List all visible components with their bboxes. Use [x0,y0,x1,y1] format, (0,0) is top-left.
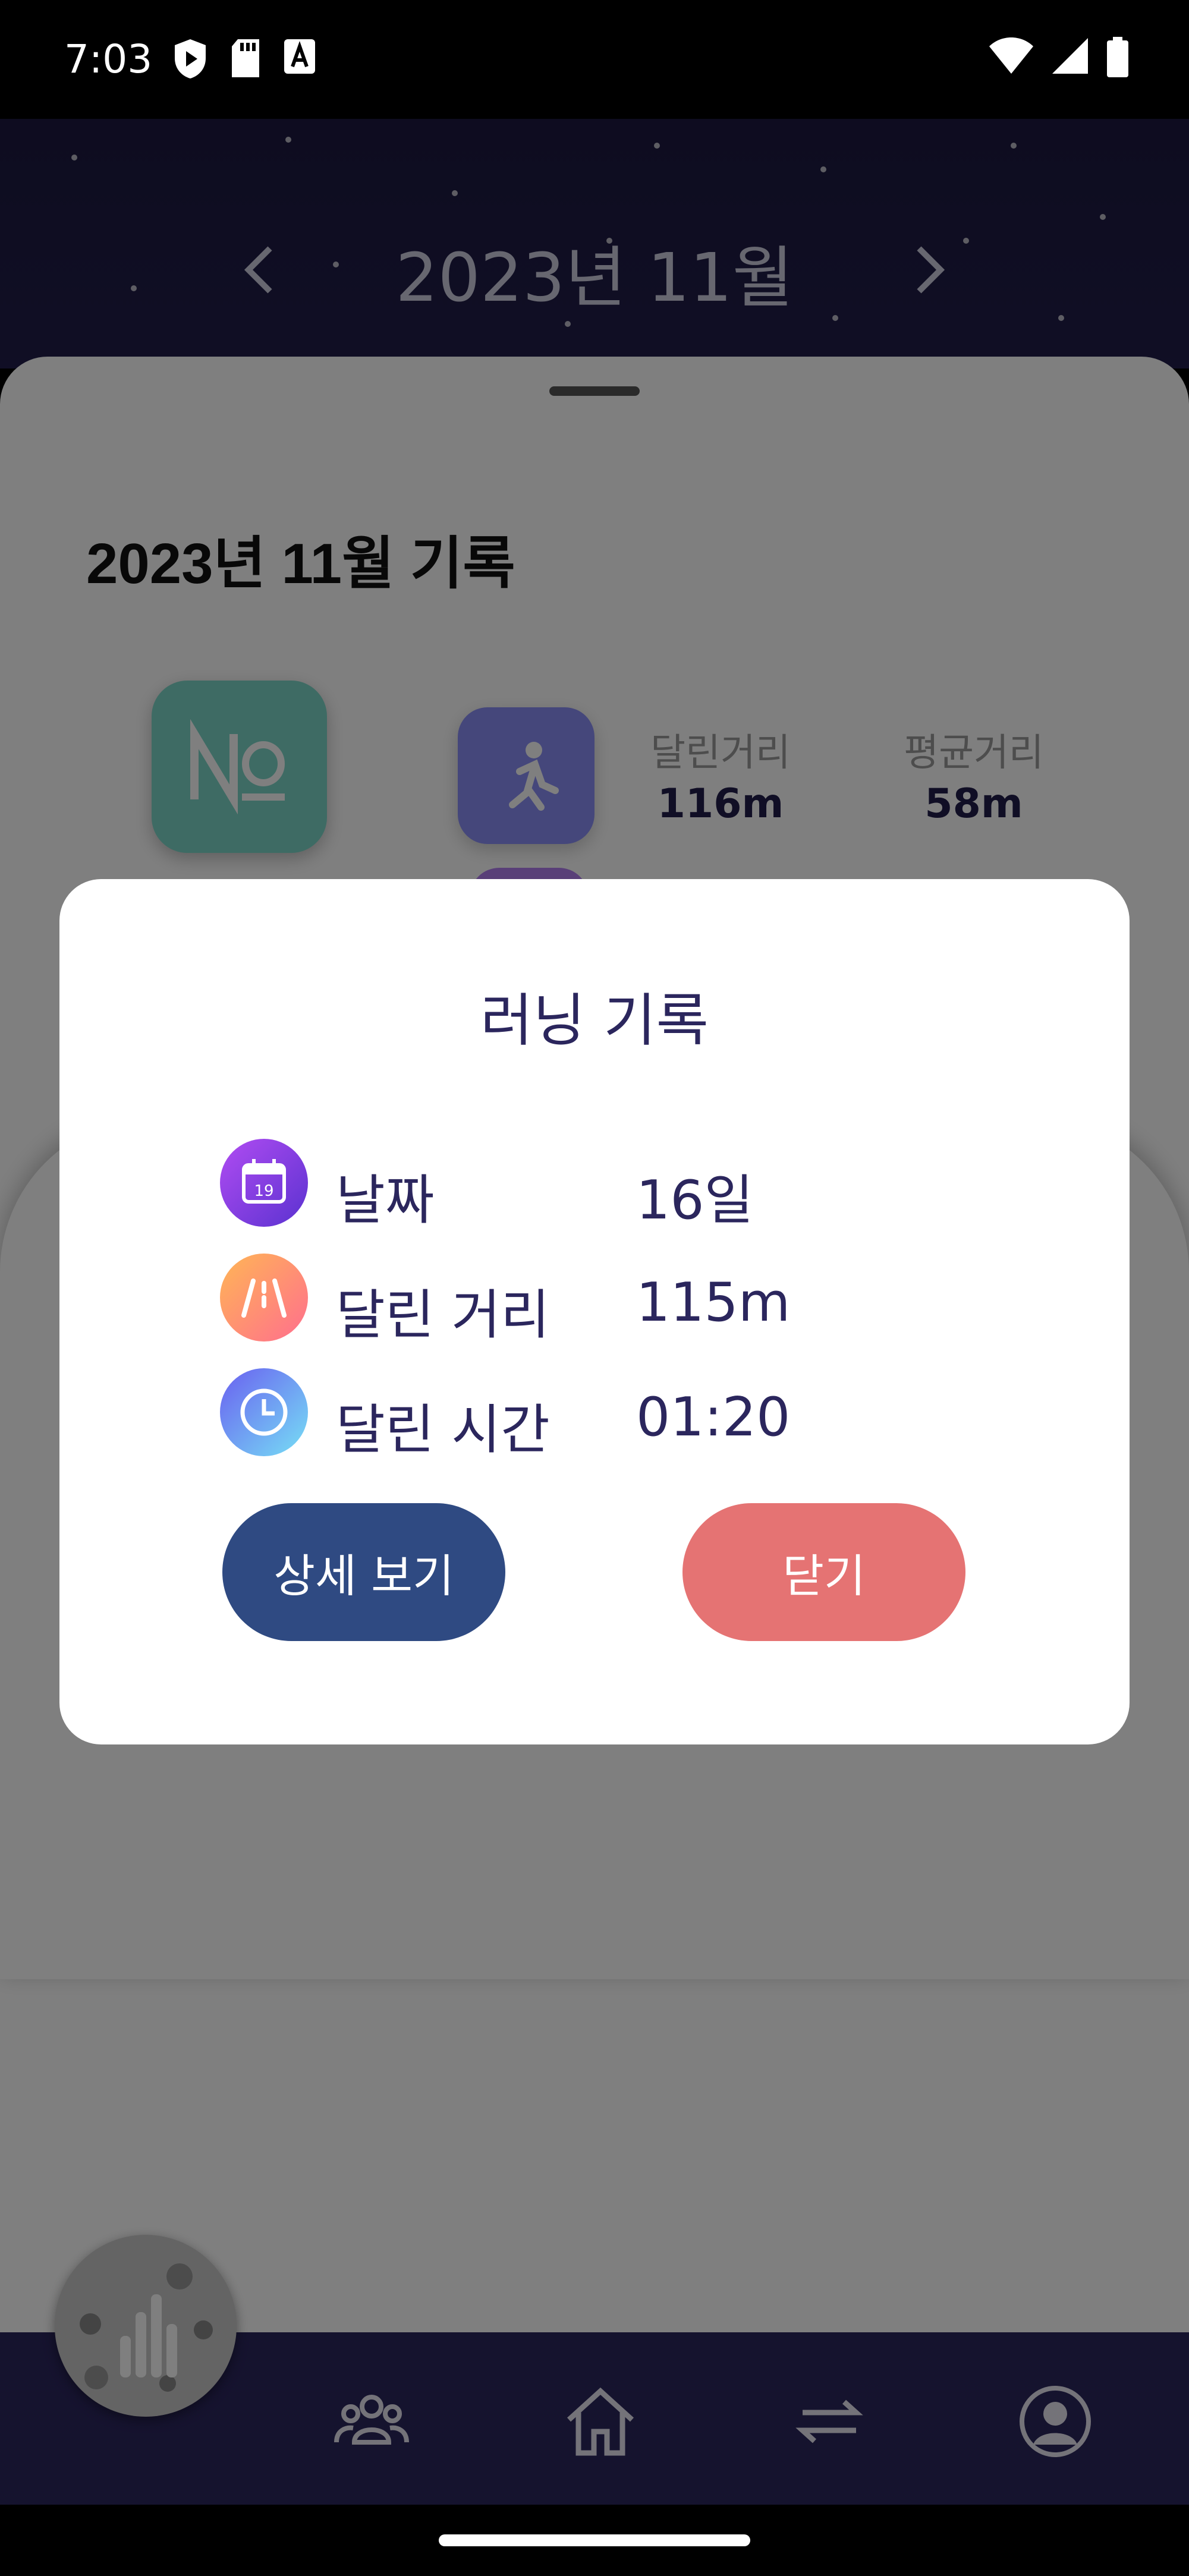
status-time: 7:03 [64,36,153,82]
font-a-icon [284,39,315,74]
close-button[interactable]: 닫기 [682,1503,965,1641]
calendar-day-number: 19 [254,1182,273,1200]
row-label: 달린 시간 [336,1399,550,1461]
shield-play-icon [175,39,206,78]
row-label: 날짜 [336,1169,435,1232]
status-icons-right [988,37,1130,77]
status-icons-left [172,38,316,80]
row-label: 달린 거리 [336,1284,550,1346]
road-icon [220,1254,308,1341]
calendar-icon: 19 [220,1139,308,1227]
row-date: 19 날짜 16일 [220,1139,1052,1232]
clock-icon [220,1368,308,1456]
battery-icon [1107,37,1128,77]
row-value: 115m [636,1271,791,1334]
sd-card-icon [232,39,259,77]
home-gesture-pill[interactable] [439,2534,750,2546]
gesture-bar [0,2505,1189,2576]
row-value: 01:20 [636,1386,791,1448]
running-record-dialog: 러닝 기록 19 날짜 16일 달린 거리 115m 달린 시간 01:20 상… [59,879,1130,1744]
status-bar: 7:03 [0,0,1189,119]
cell-signal-icon [1052,38,1088,74]
row-time: 달린 시간 01:20 [220,1368,1052,1461]
view-details-button[interactable]: 상세 보기 [222,1503,505,1641]
wifi-icon [989,37,1033,74]
row-value: 16일 [636,1169,754,1232]
row-distance: 달린 거리 115m [220,1254,1052,1346]
dialog-title: 러닝 기록 [480,987,709,1054]
